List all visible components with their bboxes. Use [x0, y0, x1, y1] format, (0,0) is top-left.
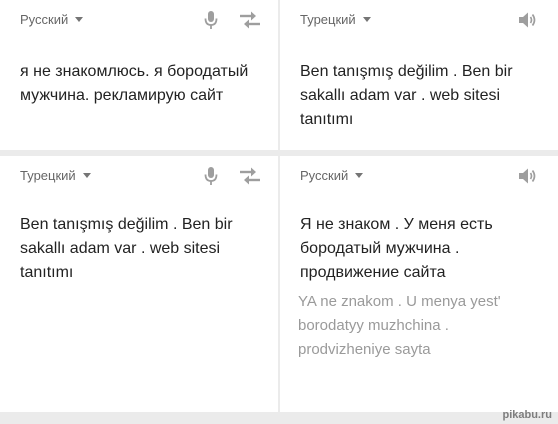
source-language-select[interactable]: Русский	[20, 12, 84, 27]
source-text[interactable]: Ben tanışmış değilim . Ben bir sakallı a…	[20, 213, 258, 285]
language-label: Русский	[20, 12, 69, 27]
language-bar: Русский	[0, 0, 278, 40]
chevron-down-icon	[362, 17, 371, 22]
language-bar: Турецкий	[0, 156, 278, 196]
chevron-down-icon	[75, 17, 84, 22]
transliteration-text: YA ne znakom . U menya yest' borodatyy m…	[298, 293, 501, 358]
swap-icon[interactable]	[239, 11, 261, 29]
source-text[interactable]: я не знакомлюсь. я бородатый мужчина. ре…	[20, 60, 258, 108]
source-panel-top: Русский я не знакомлюсь. я бородатый муж…	[0, 0, 278, 150]
source-panel-bottom: Турецкий Ben tanışmış değilim . Ben bir …	[0, 156, 278, 412]
chevron-down-icon	[355, 173, 364, 178]
watermark: pikabu.ru	[502, 409, 552, 421]
mic-icon[interactable]	[204, 166, 218, 186]
target-language-select[interactable]: Русский	[300, 168, 364, 183]
language-label: Турецкий	[20, 168, 76, 183]
source-language-select[interactable]: Турецкий	[20, 168, 91, 183]
chevron-down-icon	[82, 173, 91, 178]
swap-icon[interactable]	[239, 167, 261, 185]
translation-text: Я не знаком . У меня есть бородатый мужч…	[300, 216, 493, 281]
language-label: Русский	[300, 168, 349, 183]
translation-text: Ben tanışmış değilim . Ben bir sakallı a…	[300, 63, 513, 128]
language-label: Турецкий	[300, 12, 356, 27]
speaker-icon[interactable]	[518, 11, 538, 29]
speaker-icon[interactable]	[518, 167, 538, 185]
translation-panel-top: Турецкий Ben tanışmış değilim . Ben bir …	[280, 0, 558, 150]
language-bar: Русский	[280, 156, 558, 196]
target-language-select[interactable]: Турецкий	[300, 12, 371, 27]
language-bar: Турецкий	[280, 0, 558, 40]
mic-icon[interactable]	[204, 10, 218, 30]
translation-panel-bottom: Русский Я не знаком . У меня есть борода…	[280, 156, 558, 412]
